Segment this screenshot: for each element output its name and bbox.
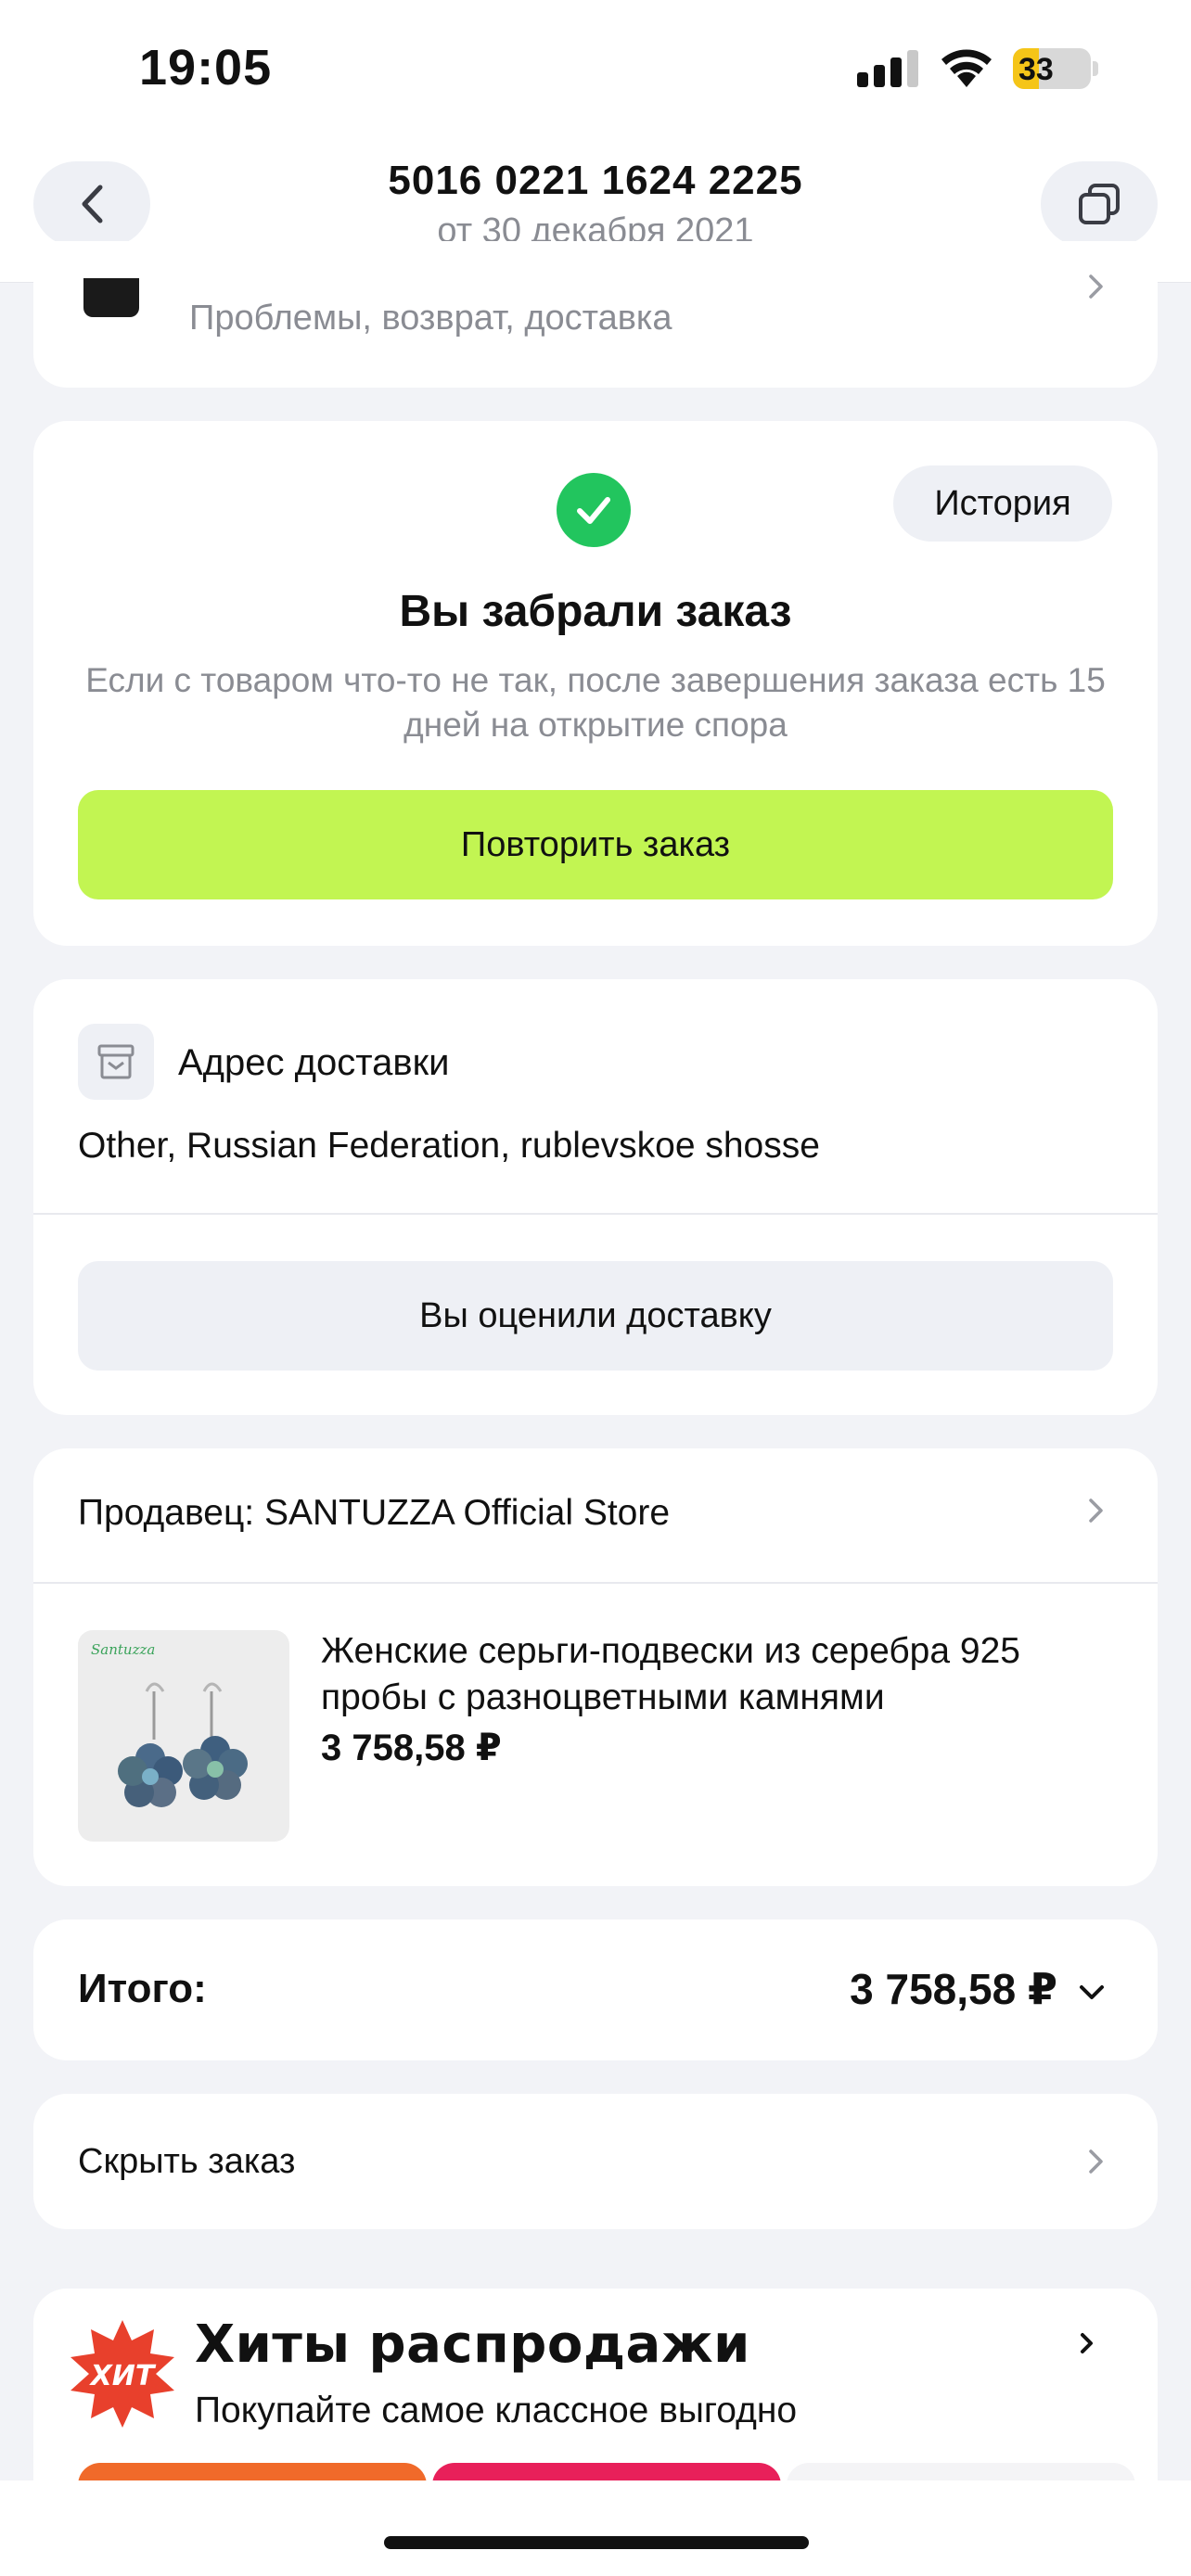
total-label: Итого: <box>78 1966 207 2011</box>
chevron-right-icon <box>1089 2149 1103 2174</box>
status-bar: 19:05 33 <box>0 0 1191 139</box>
delivery-address-value: Other, Russian Federation, rublevskoe sh… <box>78 1126 820 1166</box>
order-number: 5016 0221 1624 2225 <box>388 158 803 203</box>
brand-logo: Santuzza <box>91 1641 155 1658</box>
hits-subtitle: Покупайте самое классное выгодно <box>195 2391 798 2430</box>
seller-card: Продавец: SANTUZZA Official Store Santuz… <box>33 1448 1158 1886</box>
wifi-icon <box>941 49 992 87</box>
delivery-address-label: Адрес доставки <box>178 1042 450 1083</box>
total-card[interactable]: Итого: 3 758,58 ₽ <box>33 1919 1158 2060</box>
delivery-address-card: Адрес доставки Other, Russian Federation… <box>33 979 1158 1415</box>
chat-icon <box>83 278 139 317</box>
battery-icon: 33 <box>1013 48 1098 89</box>
repeat-order-button[interactable]: Повторить заказ <box>78 790 1113 899</box>
divider <box>33 1582 1158 1584</box>
hits-title: Хиты распродажи <box>195 2315 750 2375</box>
status-description: Если с товаром что-то не так, после заве… <box>85 661 1106 744</box>
product-image[interactable]: Santuzza <box>78 1630 289 1842</box>
history-button[interactable]: История <box>893 465 1112 542</box>
cellular-signal-icon <box>857 50 918 87</box>
divider <box>33 1213 1158 1215</box>
home-bar-area <box>0 2480 1191 2576</box>
hide-order-card[interactable]: Скрыть заказ <box>33 2094 1158 2229</box>
battery-percent: 33 <box>1018 52 1054 87</box>
hit-badge-icon: ХИТ <box>70 2320 174 2428</box>
chevron-right-icon <box>1089 1498 1103 1523</box>
seller-link[interactable]: Продавец: SANTUZZA Official Store <box>78 1493 670 1534</box>
status-title: Вы забрали заказ <box>399 587 792 636</box>
chevron-right-icon <box>1081 2333 1093 2353</box>
check-circle-icon <box>557 473 631 547</box>
product-price: 3 758,58 ₽ <box>321 1728 502 1768</box>
parcel-box-icon <box>78 1024 154 1100</box>
hide-order-label: Скрыть заказ <box>78 2142 296 2181</box>
status-time: 19:05 <box>139 40 273 96</box>
total-value: 3 758,58 ₽ <box>850 1965 1057 2013</box>
chevron-down-icon <box>1080 1985 1104 1999</box>
order-status-card: История Вы забрали заказ Если с товаром … <box>33 421 1158 946</box>
hit-badge-label: ХИТ <box>89 2360 157 2392</box>
rated-delivery-button[interactable]: Вы оценили доставку <box>78 1261 1113 1371</box>
chevron-right-icon <box>1089 274 1103 299</box>
support-card[interactable]: Проблемы, возврат, доставка <box>33 241 1158 388</box>
copy-icon <box>1079 184 1120 224</box>
support-subtitle: Проблемы, возврат, доставка <box>189 299 672 338</box>
product-title[interactable]: Женские серьги-подвески из серебра 925 п… <box>321 1628 1119 1721</box>
copy-button[interactable] <box>1041 161 1158 247</box>
home-indicator[interactable] <box>384 2536 809 2549</box>
